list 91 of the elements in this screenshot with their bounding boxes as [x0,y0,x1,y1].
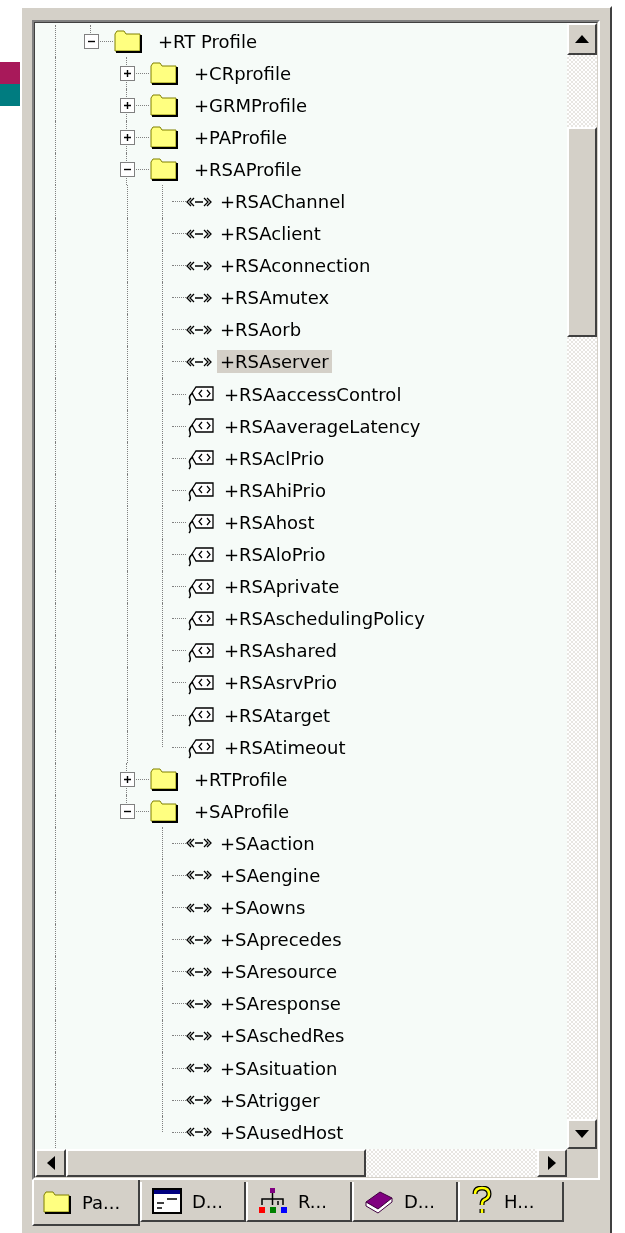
horizontal-scrollbar[interactable] [35,1149,597,1177]
association-icon [186,259,212,272]
panel-tab[interactable]: H... [458,1182,564,1222]
scroll-up-button[interactable] [567,23,597,55]
up-arrow-icon [575,35,589,43]
folder-icon [149,766,179,792]
tree-item[interactable]: +SAresource [217,960,340,984]
plus-icon [122,100,132,110]
panel-tab[interactable]: R... [246,1182,352,1222]
expand-button[interactable] [119,771,135,787]
tree-item[interactable]: +RSAorb [217,318,305,342]
tree-item[interactable]: +RSAloPrio [221,543,329,567]
association-icon [186,227,212,240]
tree-item[interactable]: +RSAconnection [217,254,374,278]
expand-button[interactable] [119,97,135,113]
collapse-button[interactable] [83,33,99,49]
association-icon [186,933,212,946]
tree-item[interactable]: +RSAProfile [191,157,305,181]
tree-item[interactable]: +GRMProfile [191,93,311,117]
hierarchy-icon [258,1187,288,1215]
tree-item[interactable]: +SAusedHost [217,1120,347,1144]
association-icon [186,291,212,304]
tree-item[interactable]: +CRprofile [191,61,294,85]
tree-item[interactable]: +SAtrigger [217,1088,323,1112]
vertical-scrollbar[interactable] [567,23,597,1149]
folder-icon [149,798,179,824]
panel-tab[interactable]: D... [352,1182,458,1222]
panel-tab[interactable]: D... [140,1182,246,1222]
association-icon [186,869,212,882]
folder-icon [149,60,179,86]
tree-item[interactable]: +SAprecedes [217,928,345,952]
association-icon [186,1094,212,1107]
tree-item[interactable]: +RSAhiPrio [221,478,330,502]
folder-icon [149,92,179,118]
tree-item[interactable]: +SAProfile [191,799,293,823]
tree-item[interactable]: +SAengine [217,864,324,887]
collapse-button[interactable] [119,803,135,819]
association-icon [186,356,212,368]
tree-item[interactable]: +RSAaccessControl [221,382,405,406]
collapse-button[interactable] [119,161,135,177]
panel-tab[interactable]: Pa... [32,1180,140,1226]
tree-item[interactable]: +RSAmutex [217,286,333,310]
down-arrow-icon [575,1130,589,1138]
plus-icon [122,132,132,142]
window-icon [152,1188,182,1214]
tree-item[interactable]: +SAresponse [217,992,344,1016]
tree-item[interactable]: +RSAtarget [221,703,334,727]
scrollbar-corner [567,1149,597,1177]
association-icon [186,1029,212,1042]
tree-item[interactable]: +RSAsrvPrio [221,671,341,695]
scroll-thumb[interactable] [66,1149,366,1177]
right-arrow-icon [548,1156,556,1170]
tree-item[interactable]: +RSAserver [217,350,332,374]
association-icon [186,195,212,208]
tree-item[interactable]: +RSAhost [221,510,318,534]
tree-item[interactable]: +RSAChannel [217,190,349,213]
association-icon [186,1126,212,1139]
tree-item[interactable]: +RSAprivate [221,575,343,599]
tree-item[interactable]: +RSAaverageLatency [221,414,424,438]
help-icon [470,1186,494,1216]
folder-icon [149,156,179,182]
left-arrow-icon [46,1156,55,1170]
folder-icon [113,28,143,54]
association-icon [186,997,212,1010]
tree-item[interactable]: +RSAtimeout [221,735,349,759]
scroll-thumb[interactable] [567,127,597,337]
tree-item[interactable]: +RSAclPrio [221,446,328,470]
tree-item[interactable]: +PAProfile [191,125,291,149]
scroll-left-button[interactable] [35,1149,66,1177]
tree-item[interactable]: +SAowns [217,896,309,920]
association-icon [186,837,212,850]
association-icon [186,1062,212,1075]
scroll-right-button[interactable] [537,1149,567,1177]
expand-button[interactable] [119,65,135,81]
tree-item[interactable]: +RSAclient [217,222,324,246]
tree-item[interactable]: +RSAschedulingPolicy [221,607,428,631]
association-icon [186,965,212,978]
tree-item[interactable]: +SAschedRes [217,1024,348,1048]
association-icon [186,901,212,914]
association-icon [186,323,212,336]
folder-icon [42,1189,72,1215]
scroll-down-button[interactable] [567,1119,597,1149]
tree-item[interactable]: +SAsituation [217,1056,341,1080]
tree-item[interactable]: +SAaction [217,831,318,855]
folder-icon [149,124,179,150]
plus-icon [122,68,132,78]
tree-item[interactable]: +RT Profile [155,29,260,53]
expand-button[interactable] [119,129,135,145]
tree-item[interactable]: +RTProfile [191,767,291,791]
tree-item[interactable]: +RSAshared [221,639,340,663]
plus-icon [122,774,132,784]
